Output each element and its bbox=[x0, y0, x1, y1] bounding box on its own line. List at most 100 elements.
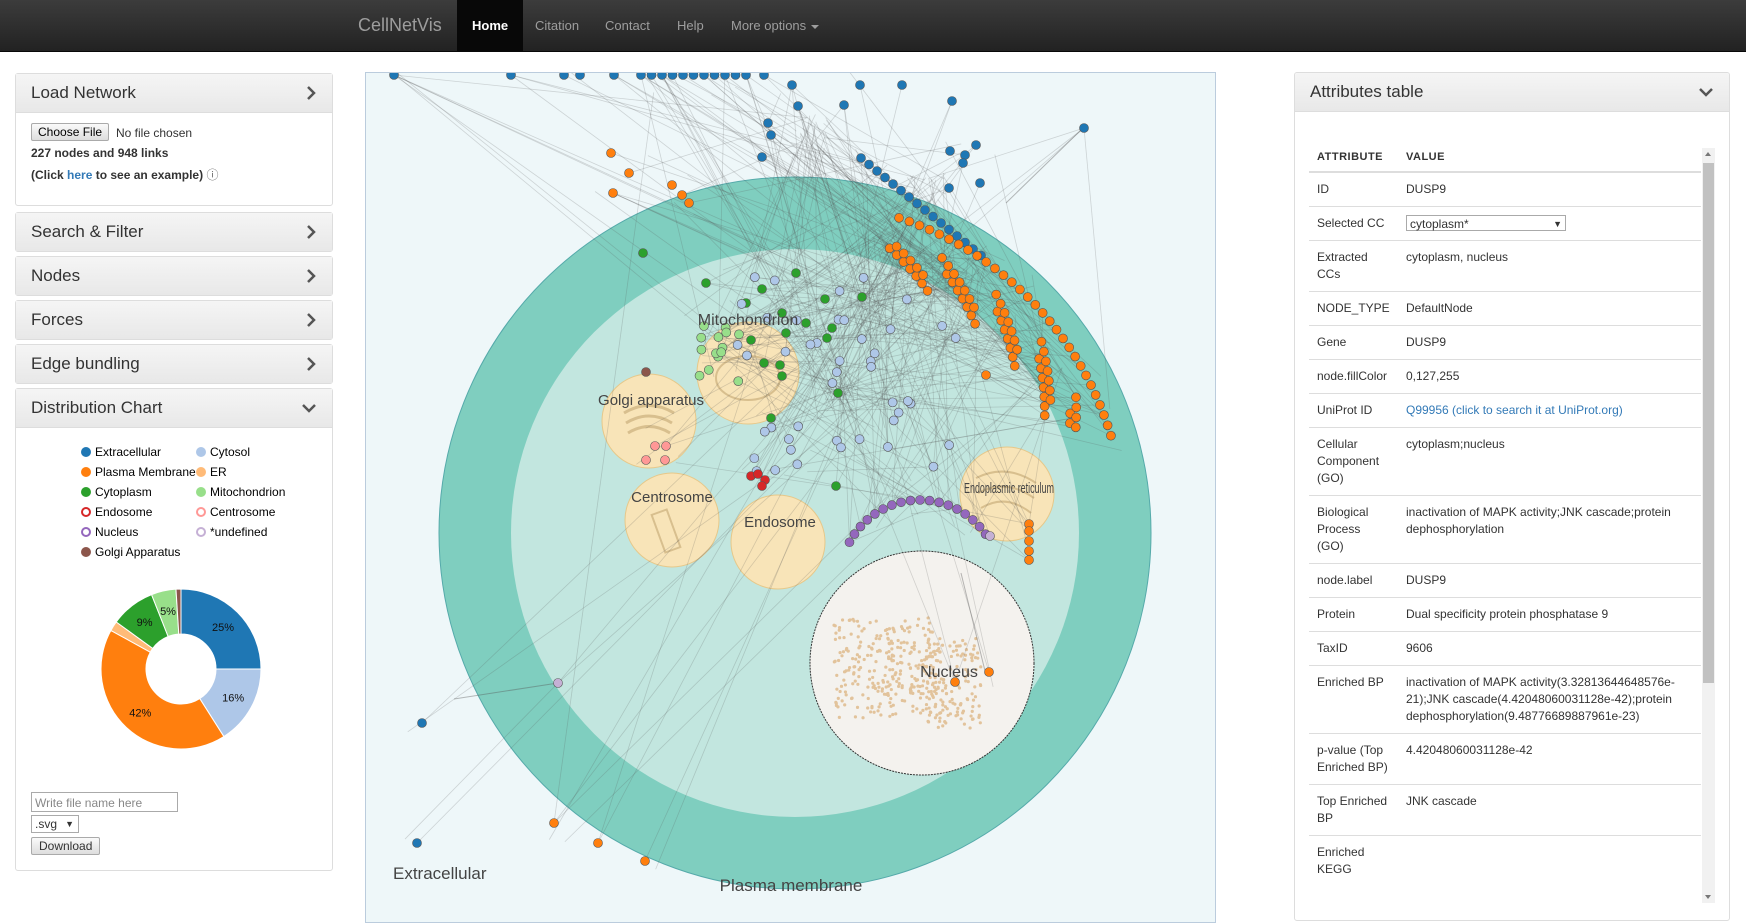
network-node[interactable] bbox=[684, 198, 694, 208]
network-node[interactable] bbox=[936, 218, 946, 228]
network-node[interactable] bbox=[922, 286, 933, 296]
network-node[interactable] bbox=[775, 360, 785, 370]
network-node[interactable] bbox=[964, 294, 975, 304]
network-node[interactable] bbox=[1036, 336, 1047, 347]
network-node[interactable] bbox=[640, 856, 650, 866]
network-node[interactable] bbox=[1024, 555, 1034, 565]
network-node[interactable] bbox=[793, 421, 803, 432]
network-node[interactable] bbox=[855, 521, 866, 532]
network-node[interactable] bbox=[905, 255, 916, 266]
network-node[interactable] bbox=[958, 158, 968, 168]
network-node[interactable] bbox=[1070, 422, 1081, 433]
network-node[interactable] bbox=[990, 263, 1000, 274]
network-node[interactable] bbox=[954, 277, 965, 287]
network-node[interactable] bbox=[606, 148, 616, 158]
network-node[interactable] bbox=[1039, 410, 1050, 421]
network-node[interactable] bbox=[1071, 412, 1081, 423]
network-node[interactable] bbox=[949, 269, 959, 279]
network-node[interactable] bbox=[943, 261, 954, 271]
file-name-input[interactable]: Write file name here bbox=[31, 792, 178, 812]
network-node[interactable] bbox=[793, 101, 803, 111]
network-node[interactable] bbox=[1024, 546, 1034, 556]
network-node[interactable] bbox=[641, 455, 651, 465]
network-node[interactable] bbox=[784, 434, 794, 444]
scroll-up-icon[interactable] bbox=[1705, 152, 1711, 156]
network-node[interactable] bbox=[781, 328, 791, 338]
network-node[interactable] bbox=[696, 332, 706, 343]
network-node[interactable] bbox=[766, 413, 776, 423]
network-node[interactable] bbox=[1079, 123, 1089, 133]
network-node[interactable] bbox=[887, 500, 897, 510]
network-node[interactable] bbox=[1075, 361, 1086, 371]
network-node[interactable] bbox=[836, 442, 846, 453]
load-network-header[interactable]: Load Network bbox=[16, 74, 332, 113]
network-node[interactable] bbox=[417, 718, 427, 728]
network-node[interactable] bbox=[721, 327, 732, 338]
format-select[interactable]: .svg ▼ bbox=[31, 815, 79, 833]
network-node[interactable] bbox=[389, 73, 399, 80]
network-node[interactable] bbox=[827, 378, 838, 388]
network-node[interactable] bbox=[1071, 402, 1082, 413]
network-node[interactable] bbox=[970, 319, 980, 329]
search-filter-panel[interactable]: Search & Filter bbox=[15, 212, 333, 252]
network-node[interactable] bbox=[650, 441, 660, 451]
network-node[interactable] bbox=[1045, 395, 1056, 405]
network-node[interactable] bbox=[888, 179, 898, 189]
network-node[interactable] bbox=[975, 178, 985, 188]
network-node[interactable] bbox=[766, 130, 776, 140]
network-node[interactable] bbox=[678, 73, 688, 80]
network-node[interactable] bbox=[759, 73, 769, 80]
network-node[interactable] bbox=[763, 118, 773, 128]
uniprot-link[interactable]: Q99956 (click to search it at UniProt.or… bbox=[1398, 393, 1701, 428]
network-node[interactable] bbox=[1039, 346, 1049, 357]
network-node[interactable] bbox=[1099, 410, 1109, 420]
network-node[interactable] bbox=[897, 80, 907, 90]
network-node[interactable] bbox=[883, 442, 893, 452]
network-node[interactable] bbox=[1095, 400, 1105, 410]
network-node[interactable] bbox=[1045, 385, 1055, 396]
network-node[interactable] bbox=[750, 272, 760, 283]
network-node[interactable] bbox=[741, 73, 751, 80]
network-node[interactable] bbox=[981, 370, 991, 380]
network-node[interactable] bbox=[928, 211, 938, 222]
network-node[interactable] bbox=[917, 278, 927, 289]
network-node[interactable] bbox=[1041, 356, 1051, 367]
brand-logo[interactable]: CellNetVis bbox=[358, 0, 442, 51]
network-node[interactable] bbox=[608, 188, 618, 198]
network-node[interactable] bbox=[844, 537, 855, 548]
network-node[interactable] bbox=[937, 253, 947, 263]
network-node[interactable] bbox=[746, 335, 756, 345]
attributes-header[interactable]: Attributes table bbox=[1295, 73, 1729, 112]
network-node[interactable] bbox=[641, 367, 651, 377]
network-node[interactable] bbox=[822, 333, 832, 343]
network-node[interactable] bbox=[688, 73, 699, 80]
network-node[interactable] bbox=[742, 350, 752, 361]
network-node[interactable] bbox=[872, 166, 882, 176]
network-node[interactable] bbox=[759, 426, 770, 437]
network-node[interactable] bbox=[660, 455, 670, 465]
network-node[interactable] bbox=[918, 270, 928, 280]
attributes-scrollbar[interactable] bbox=[1702, 148, 1715, 903]
network-node[interactable] bbox=[967, 515, 978, 525]
network-node[interactable] bbox=[786, 445, 796, 455]
network-node[interactable] bbox=[857, 292, 867, 302]
network-node[interactable] bbox=[701, 278, 711, 288]
network-node[interactable] bbox=[952, 504, 962, 514]
network-node[interactable] bbox=[914, 220, 925, 231]
network-node[interactable] bbox=[902, 294, 912, 305]
network-node[interactable] bbox=[757, 284, 767, 294]
network-node[interactable] bbox=[1044, 376, 1054, 386]
network-node[interactable] bbox=[1037, 308, 1048, 318]
network-node[interactable] bbox=[787, 80, 797, 90]
network-node[interactable] bbox=[757, 152, 767, 162]
edge-bundling-header[interactable]: Edge bundling bbox=[16, 345, 332, 383]
network-node[interactable] bbox=[593, 838, 603, 848]
network-node[interactable] bbox=[870, 509, 880, 519]
network-svg[interactable]: Mitochondrion Golgi apparatus Centrosome… bbox=[366, 73, 1215, 922]
network-node[interactable] bbox=[1102, 420, 1113, 431]
network-node[interactable] bbox=[960, 509, 971, 519]
network-node[interactable] bbox=[999, 308, 1010, 318]
network-node[interactable] bbox=[1044, 316, 1055, 326]
network-node[interactable] bbox=[880, 172, 890, 183]
network-node[interactable] bbox=[903, 396, 913, 406]
